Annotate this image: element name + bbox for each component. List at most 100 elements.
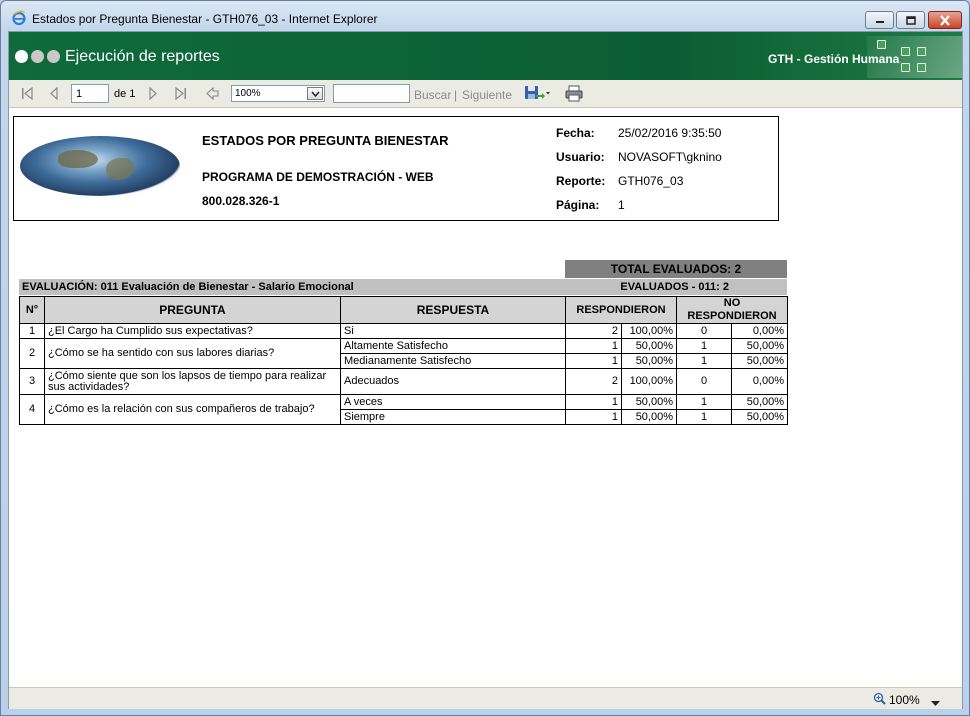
cell-respuesta: Si — [340, 323, 566, 339]
cell-respondieron-pct: 50,00% — [621, 338, 677, 354]
cell-no-respondieron: 1 — [676, 394, 732, 410]
cell-no-respondieron: 0 — [676, 368, 732, 395]
cell-respuesta: Siempre — [340, 409, 566, 425]
table-header-row: N° PREGUNTA RESPUESTA RESPONDIERON NO RE… — [19, 296, 789, 324]
meta-label-pagina: Página: — [556, 198, 600, 212]
cell-no-respondieron: 1 — [676, 409, 732, 425]
meta-value-reporte: GTH076_03 — [618, 174, 684, 188]
zoom-select[interactable]: 100% — [231, 85, 325, 102]
print-icon[interactable] — [565, 85, 583, 102]
minimize-button[interactable] — [865, 11, 894, 29]
internet-explorer-icon — [11, 10, 27, 26]
app-header: Ejecución de reportes GTH - Gestión Huma… — [9, 32, 962, 80]
cell-no-respondieron-pct: 50,00% — [730, 409, 789, 425]
table-row: 2 ¿Cómo se ha sentido con sus labores di… — [19, 338, 789, 369]
cell-respondieron: 2 — [565, 323, 622, 339]
cell-respondieron-pct: 100,00% — [621, 323, 677, 339]
table-row: 4 ¿Cómo es la relación con sus compañero… — [19, 394, 789, 425]
close-button[interactable] — [928, 11, 962, 29]
cell-no-respondieron: 1 — [676, 338, 732, 354]
report-viewer: ESTADOS POR PREGUNTA BIENESTAR PROGRAMA … — [9, 109, 962, 686]
cell-respuesta: A veces — [340, 394, 566, 410]
cell-pregunta: ¿Cómo siente que son los lapsos de tiemp… — [44, 368, 341, 395]
cell-pregunta: ¿Cómo se ha sentido con sus labores diar… — [44, 338, 341, 369]
evaluados-count: EVALUADOS - 011: 2 — [620, 281, 729, 293]
title-bar[interactable]: Estados por Pregunta Bienestar - GTH076_… — [1, 1, 969, 33]
cell-respondieron: 1 — [565, 353, 622, 369]
evaluacion-label: EVALUACIÓN: 011 Evaluación de Bienestar … — [22, 281, 354, 293]
browser-content: Ejecución de reportes GTH - Gestión Huma… — [8, 31, 963, 709]
table-row: 1 ¿El Cargo ha Cumplido sus expectativas… — [19, 323, 789, 339]
company-name: PROGRAMA DE DEMOSTRACIÓN - WEB — [202, 170, 434, 184]
cell-respondieron: 1 — [565, 409, 622, 425]
cell-n: 1 — [19, 323, 45, 339]
cell-respondieron: 1 — [565, 394, 622, 410]
cell-n: 4 — [19, 394, 45, 425]
zoom-magnifier-icon — [873, 692, 886, 708]
last-page-icon[interactable] — [174, 87, 188, 100]
cell-n: 2 — [19, 338, 45, 369]
cell-respuesta: Medianamente Satisfecho — [340, 353, 566, 369]
next-page-icon[interactable] — [148, 87, 158, 100]
meta-value-fecha: 25/02/2016 9:35:50 — [618, 126, 722, 140]
company-nit: 800.028.326-1 — [202, 194, 280, 208]
zoom-level: 100% — [889, 693, 920, 707]
cell-pregunta: ¿Cómo es la relación con sus compañeros … — [44, 394, 341, 425]
close-icon — [940, 14, 950, 26]
col-header-n: N° — [19, 296, 45, 324]
results-table: N° PREGUNTA RESPUESTA RESPONDIERON NO RE… — [19, 296, 789, 425]
cell-respuesta: Adecuados — [340, 368, 566, 395]
zoom-select-value: 100% — [235, 88, 261, 99]
minimize-icon — [875, 21, 884, 23]
cell-pregunta: ¿El Cargo ha Cumplido sus expectativas? — [44, 323, 341, 339]
back-to-parent-icon[interactable] — [206, 87, 220, 100]
report-header: ESTADOS POR PREGUNTA BIENESTAR PROGRAMA … — [13, 116, 779, 221]
table-row: 3 ¿Cómo siente que son los lapsos de tie… — [19, 368, 789, 395]
export-save-icon[interactable] — [524, 85, 550, 101]
first-page-icon[interactable] — [20, 87, 34, 100]
cell-no-respondieron-pct: 0,00% — [730, 368, 789, 395]
cell-respondieron-pct: 50,00% — [621, 394, 677, 410]
maximize-icon — [905, 15, 916, 25]
col-header-respondieron: RESPONDIERON — [565, 296, 677, 324]
cell-respuesta: Altamente Satisfecho — [340, 338, 566, 354]
meta-label-reporte: Reporte: — [556, 174, 606, 188]
cell-no-respondieron-pct: 50,00% — [730, 338, 789, 354]
meta-label-fecha: Fecha: — [556, 126, 595, 140]
find-link[interactable]: Buscar — [414, 88, 451, 102]
meta-label-usuario: Usuario: — [556, 150, 605, 164]
total-evaluados-bar: TOTAL EVALUADOS: 2 — [565, 260, 787, 278]
cell-respondieron: 1 — [565, 338, 622, 354]
previous-page-icon[interactable] — [49, 87, 59, 100]
find-text-input[interactable] — [333, 84, 410, 103]
cell-respondieron-pct: 50,00% — [621, 409, 677, 425]
report-toolbar: de 1 100% Buscar | Siguiente — [9, 80, 962, 108]
meta-value-pagina: 1 — [618, 198, 625, 212]
cell-respondieron: 2 — [565, 368, 622, 395]
app-brand: GTH - Gestión Humana — [768, 52, 900, 66]
zoom-status[interactable]: 100% — [873, 692, 920, 708]
page-number-input[interactable] — [71, 84, 109, 103]
evaluacion-bar: EVALUACIÓN: 011 Evaluación de Bienestar … — [19, 279, 787, 295]
status-bar: 100% — [9, 687, 962, 709]
cell-no-respondieron-pct: 0,00% — [730, 323, 789, 339]
report-title: ESTADOS POR PREGUNTA BIENESTAR — [202, 133, 449, 148]
earth-logo — [20, 136, 180, 196]
zoom-dropdown-icon[interactable] — [931, 697, 940, 709]
cell-respondieron-pct: 100,00% — [621, 368, 677, 395]
browser-window: Estados por Pregunta Bienestar - GTH076_… — [0, 0, 970, 716]
cell-no-respondieron-pct: 50,00% — [730, 394, 789, 410]
cell-respondieron-pct: 50,00% — [621, 353, 677, 369]
page-count-label: de 1 — [114, 88, 136, 100]
cell-no-respondieron: 0 — [676, 323, 732, 339]
chevron-down-icon[interactable] — [307, 87, 323, 100]
cell-no-respondieron-pct: 50,00% — [730, 353, 789, 369]
col-header-respuesta: RESPUESTA — [340, 296, 566, 324]
app-title: Ejecución de reportes — [65, 48, 220, 65]
col-header-no-respondieron: NO RESPONDIERON — [675, 296, 789, 324]
header-dots — [15, 50, 60, 63]
col-header-pregunta: PREGUNTA — [44, 296, 341, 324]
maximize-button[interactable] — [896, 11, 925, 29]
find-next-link[interactable]: Siguiente — [462, 88, 512, 102]
window-title: Estados por Pregunta Bienestar - GTH076_… — [32, 12, 378, 26]
